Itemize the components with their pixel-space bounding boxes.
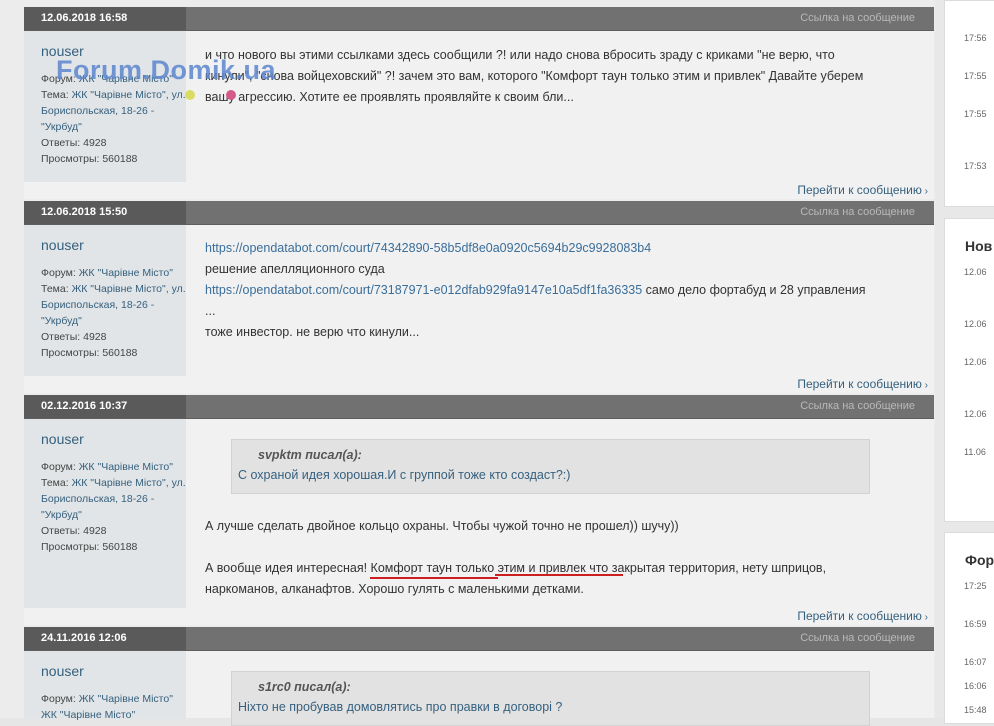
underline-annotation: [495, 574, 623, 576]
forum-main: 12.06.2018 16:58 Ссылка на сообщение nou…: [0, 0, 935, 726]
views-count: 560188: [102, 541, 138, 553]
post-link[interactable]: Ссылка на сообщение: [800, 627, 915, 650]
sidebar-date: 12.06: [964, 409, 987, 419]
forum-link[interactable]: ЖК "Чарівне Місто": [79, 267, 173, 279]
post-date: 12.06.2018 15:50: [24, 201, 186, 224]
replies-label: Ответы:: [41, 137, 81, 149]
sidebar-box-news: Нов 12.06 12.06 12.06 12.06 11.06: [944, 218, 994, 522]
court-link[interactable]: https://opendatabot.com/court/73187971-e…: [205, 283, 642, 297]
views-count: 560188: [102, 153, 138, 165]
views-label: Просмотры:: [41, 541, 100, 553]
goto-message-link[interactable]: Перейти к сообщению: [797, 609, 928, 623]
post-text-line: ...: [205, 304, 216, 318]
watermark-logo: Forum.Domik.ua: [56, 55, 277, 85]
topic-label: Тема:: [41, 89, 69, 101]
post-text-line: наркоманов, алканафтов. Хорошо гулять с …: [205, 582, 584, 596]
post-date: 12.06.2018 16:58: [24, 7, 186, 30]
user-meta: Форум: ЖК "Чарівне Місто" Тема: ЖК "Чарі…: [41, 265, 186, 361]
sidebar-time: 17:55: [964, 71, 987, 81]
user-info: nouser Форум: ЖК "Чарівне Місто" Тема: Ж…: [24, 31, 186, 182]
views-count: 560188: [102, 347, 138, 359]
forum-label: Форум:: [41, 267, 76, 279]
post-text-line: решение апелляционного суда: [205, 262, 385, 276]
forum-link[interactable]: ЖК "Чарівне Місто": [79, 461, 173, 473]
court-link[interactable]: https://opendatabot.com/court/74342890-5…: [205, 241, 651, 255]
post-header: 12.06.2018 16:58 Ссылка на сообщение: [24, 7, 934, 31]
sidebar-box-forum: Фор 17:25 16:59 16:07 16:06 15:48: [944, 532, 994, 724]
post-link[interactable]: Ссылка на сообщение: [800, 201, 915, 224]
forum-label: Форум:: [41, 693, 76, 705]
quote-author: s1rc0 писал(а):: [258, 680, 351, 694]
post-text-line: само дело фортабуд и 28 управления: [642, 283, 866, 297]
quote-author: svpktm писал(а):: [258, 448, 362, 462]
post-link[interactable]: Ссылка на сообщение: [800, 395, 915, 418]
post-text-line: и что нового вы этими ссылками здесь соо…: [205, 48, 835, 62]
views-label: Просмотры:: [41, 153, 100, 165]
user-meta: Форум: ЖК "Чарівне Місто" ЖК "Чарівне Мі…: [41, 691, 186, 723]
post-content: https://opendatabot.com/court/74342890-5…: [205, 238, 914, 343]
topic-label: Тема:: [41, 283, 69, 295]
topic-label: Тема:: [41, 477, 69, 489]
sidebar-title: Фор: [965, 552, 994, 568]
sidebar-title: Нов: [965, 238, 993, 254]
sidebar-date: 11.06: [964, 447, 986, 457]
quote-block: svpktm писал(а): С охраной идея хорошая.…: [231, 439, 870, 494]
post: 24.11.2016 12:06 Ссылка на сообщение nou…: [24, 627, 934, 726]
post-header: 02.12.2016 10:37 Ссылка на сообщение: [24, 395, 934, 419]
sidebar-time: 17:55: [964, 109, 987, 119]
sidebar-time: 17:25: [964, 581, 987, 591]
post-text-line: А лучше сделать двойное кольцо охраны. Ч…: [205, 519, 679, 533]
sidebar-time: 17:53: [964, 161, 987, 171]
sidebar-time: 15:48: [964, 705, 987, 715]
user-meta: Форум: ЖК "Чарівне Місто" Тема: ЖК "Чарі…: [41, 459, 186, 555]
views-label: Просмотры:: [41, 347, 100, 359]
sidebar-box-latest: 17:56 17:55 17:55 17:53: [944, 0, 994, 207]
forum-label: Форум:: [41, 461, 76, 473]
post-header: 24.11.2016 12:06 Ссылка на сообщение: [24, 627, 934, 651]
sidebar-date: 12.06: [964, 319, 987, 329]
watermark-dot-icon: [185, 90, 195, 100]
sidebar-date: 12.06: [964, 267, 987, 277]
replies-label: Ответы:: [41, 331, 81, 343]
post: 12.06.2018 15:50 Ссылка на сообщение nou…: [24, 201, 934, 393]
username[interactable]: nouser: [41, 237, 186, 253]
post-text-line: вашу агрессию. Хотите ее проявлять прояв…: [205, 90, 574, 104]
post-date: 02.12.2016 10:37: [24, 395, 186, 418]
post-link[interactable]: Ссылка на сообщение: [800, 7, 915, 30]
right-sidebar: 17:56 17:55 17:55 17:53 Нов 12.06 12.06 …: [935, 0, 994, 724]
sidebar-date: 12.06: [964, 357, 987, 367]
sidebar-time: 16:59: [964, 619, 987, 629]
replies-count: 4928: [83, 525, 107, 537]
quote-text: С охраной идея хорошая.И с группой тоже …: [238, 468, 571, 482]
sidebar-time: 16:07: [964, 657, 987, 667]
replies-count: 4928: [83, 137, 107, 149]
user-info: nouser Форум: ЖК "Чарівне Місто" Тема: Ж…: [24, 225, 186, 376]
post-text-line: кинули", "снова войцеховский" ?! зачем э…: [205, 69, 864, 83]
replies-label: Ответы:: [41, 525, 81, 537]
topic-link[interactable]: ЖК "Чарівне Місто": [41, 709, 135, 721]
post-text-line: тоже инвестор. не верю что кинули...: [205, 325, 420, 339]
quote-text: Ніхто не пробував домовлятись про правки…: [238, 700, 563, 714]
watermark-dot-icon: [226, 90, 236, 100]
post: 02.12.2016 10:37 Ссылка на сообщение nou…: [24, 395, 934, 625]
sidebar-time: 17:56: [964, 33, 987, 43]
post-header: 12.06.2018 15:50 Ссылка на сообщение: [24, 201, 934, 225]
goto-message-link[interactable]: Перейти к сообщению: [797, 377, 928, 391]
user-info: nouser Форум: ЖК "Чарівне Місто" ЖК "Чар…: [24, 651, 186, 721]
post: 12.06.2018 16:58 Ссылка на сообщение nou…: [24, 7, 934, 199]
replies-count: 4928: [83, 331, 107, 343]
username[interactable]: nouser: [41, 663, 186, 679]
underline-annotation: [370, 577, 498, 579]
forum-link[interactable]: ЖК "Чарівне Місто": [79, 693, 173, 705]
post-date: 24.11.2016 12:06: [24, 627, 186, 650]
user-info: nouser Форум: ЖК "Чарівне Місто" Тема: Ж…: [24, 419, 186, 608]
sidebar-time: 16:06: [964, 681, 987, 691]
goto-message-link[interactable]: Перейти к сообщению: [797, 183, 928, 197]
username[interactable]: nouser: [41, 431, 186, 447]
post-content: и что нового вы этими ссылками здесь соо…: [205, 45, 914, 108]
